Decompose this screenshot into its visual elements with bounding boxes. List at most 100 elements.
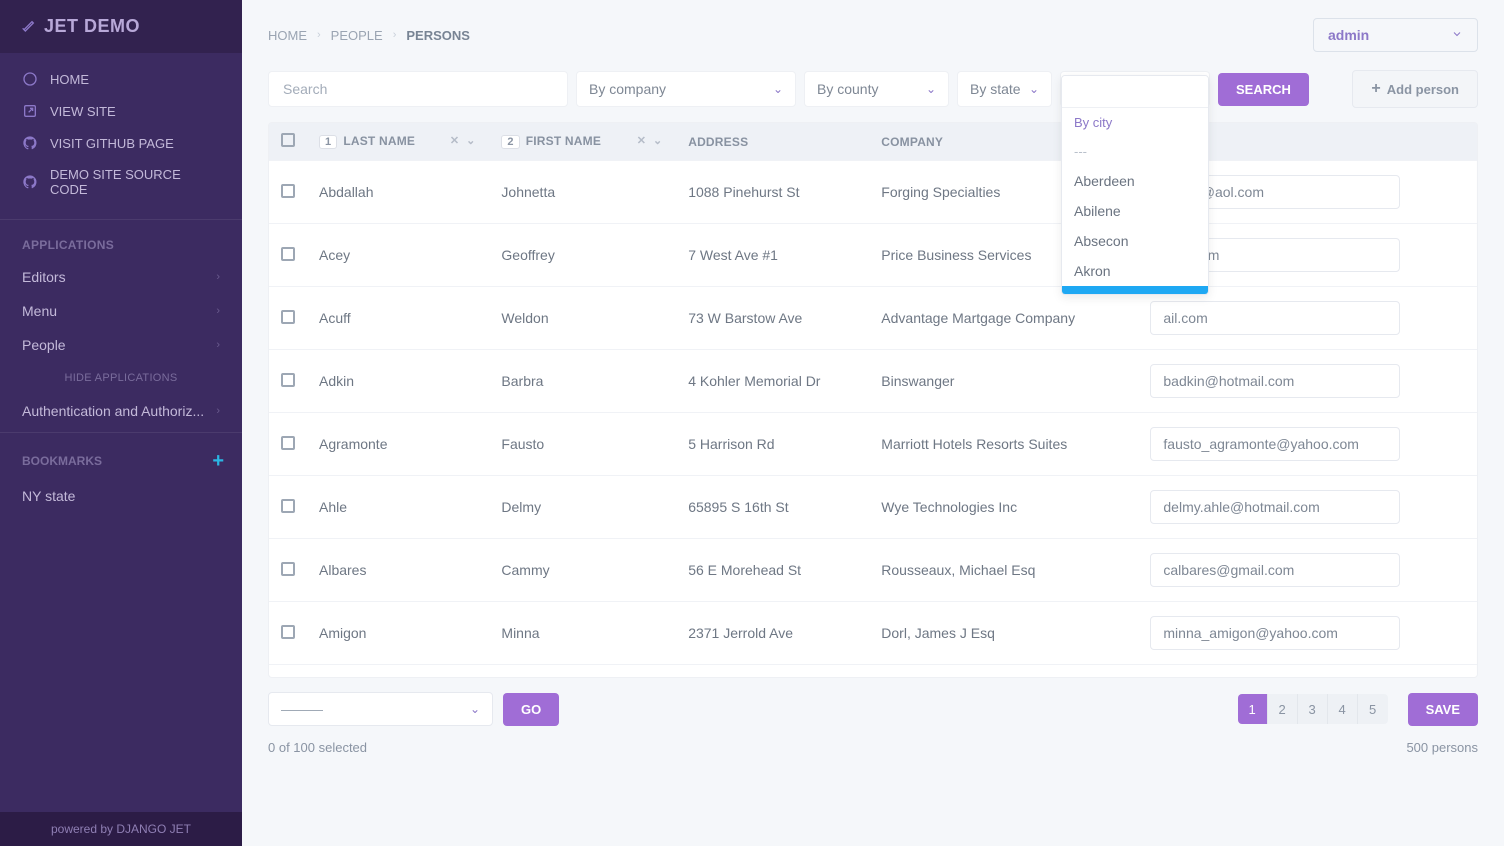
pagination: 12345 [1238,694,1388,724]
sort-first-name[interactable]: ✕ ⌄ [637,134,665,147]
sidebar: JET DEMO HOMEVIEW SITEVISIT GITHUB PAGED… [0,0,242,846]
github-icon [22,135,38,151]
chevron-down-icon: ⌄ [470,702,480,716]
city-option[interactable]: Aberdeen [1062,166,1208,196]
company-cell: Marriott Hotels Resorts Suites [869,413,1138,476]
hide-applications[interactable]: HIDE APPLICATIONS [0,362,242,394]
chevron-down-icon: ⌄ [926,82,936,96]
go-button[interactable]: GO [503,693,559,726]
table-row: AhleDelmy65895 S 16th StWye Technologies… [269,476,1477,539]
filter-county[interactable]: By county ⌄ [804,71,949,107]
row-checkbox[interactable] [281,562,295,576]
filter-company[interactable]: By company ⌄ [576,71,796,107]
add-person-button[interactable]: + Add person [1352,70,1478,108]
row-checkbox[interactable] [281,310,295,324]
sidebar-nav: HOMEVIEW SITEVISIT GITHUB PAGEDEMO SITE … [0,53,242,215]
company-cell: Advantage Martgage Company [869,287,1138,350]
city-option[interactable]: Albany [1062,286,1208,295]
sidebar-item-people[interactable]: People› [0,328,242,362]
last-name-link[interactable]: Acey [307,224,489,287]
sidebar-item-authentication[interactable]: Authentication and Authoriz... › [0,394,242,428]
chevron-right-icon: › [393,29,397,41]
email-field[interactable] [1150,616,1400,650]
city-dropdown-panel: By city --- AberdeenAbileneAbseconAkronA… [1061,75,1209,295]
sidebar-footer: powered by DJANGO JET [0,812,242,846]
page-button[interactable]: 2 [1268,694,1298,724]
address-cell: 65895 S 16th St [676,476,869,539]
sidebar-item-editors[interactable]: Editors› [0,260,242,294]
chevron-down-icon: ⌄ [1029,82,1039,96]
sidebar-link-visit-github-page[interactable]: VISIT GITHUB PAGE [0,127,242,159]
breadcrumb: HOME›PEOPLE›PERSONS [268,28,470,43]
city-option[interactable]: Abilene [1062,196,1208,226]
first-name-cell: Barbra [489,350,676,413]
address-cell: 5 Harrison Rd [676,413,869,476]
row-checkbox[interactable] [281,184,295,198]
chevron-right-icon: › [216,271,220,283]
sidebar-link-home[interactable]: HOME [0,63,242,95]
sidebar-item-menu[interactable]: Menu› [0,294,242,328]
last-name-link[interactable]: Adkin [307,350,489,413]
sort-last-name[interactable]: ✕ ⌄ [450,134,478,147]
home-icon [22,71,38,87]
brand-title: JET DEMO [44,16,140,37]
page-button[interactable]: 3 [1298,694,1328,724]
select-all-checkbox[interactable] [281,133,295,147]
company-cell: Dorl, James J Esq [869,602,1138,665]
row-checkbox[interactable] [281,373,295,387]
row-checkbox[interactable] [281,436,295,450]
last-name-link[interactable]: Abdallah [307,161,489,224]
city-option[interactable]: Absecon [1062,226,1208,256]
address-cell: 4 Kohler Memorial Dr [676,350,869,413]
breadcrumb-persons: PERSONS [406,28,470,43]
row-checkbox[interactable] [281,499,295,513]
email-field[interactable] [1150,490,1400,524]
last-name-link[interactable]: Albares [307,539,489,602]
first-name-cell: Delmy [489,476,676,539]
city-dropdown-search[interactable] [1062,76,1208,108]
company-cell: Wye Technologies Inc [869,476,1138,539]
last-name-link[interactable]: Amigon [307,602,489,665]
row-checkbox[interactable] [281,625,295,639]
company-cell: Binswanger [869,350,1138,413]
sidebar-link-view-site[interactable]: VIEW SITE [0,95,242,127]
footer-bar: ——— ⌄ GO 12345 SAVE [242,678,1504,740]
breadcrumb-people[interactable]: PEOPLE [331,28,383,43]
last-name-link[interactable]: Acuff [307,287,489,350]
company-cell: Rousseaux, Michael Esq [869,539,1138,602]
persons-table: 1LAST NAME✕ ⌄ 2FIRST NAME✕ ⌄ ADDRESS COM… [269,123,1477,678]
search-input[interactable] [268,71,568,107]
email-field[interactable] [1150,364,1400,398]
company-cell: National Medical Excess Corp [869,665,1138,679]
filter-city[interactable]: By city --- AberdeenAbileneAbseconAkronA… [1060,71,1210,107]
add-bookmark-button[interactable]: + [212,451,224,471]
bookmark-item[interactable]: NY state [0,479,242,513]
bulk-action-select[interactable]: ——— ⌄ [268,692,493,726]
address-cell: 1088 Pinehurst St [676,161,869,224]
selected-count: 0 of 100 selected [268,740,367,755]
last-name-link[interactable]: Agramonte [307,413,489,476]
col-last-name: 1LAST NAME✕ ⌄ [307,123,489,161]
github-icon [22,174,38,190]
sidebar-link-demo-site-source-code[interactable]: DEMO SITE SOURCE CODE [0,159,242,205]
search-button[interactable]: SEARCH [1218,73,1309,106]
email-field[interactable] [1150,427,1400,461]
page-button[interactable]: 1 [1238,694,1268,724]
address-cell: 56 E Morehead St [676,539,869,602]
filter-state[interactable]: By state ⌄ [957,71,1052,107]
last-name-link[interactable]: Ahle [307,476,489,539]
user-dropdown[interactable]: admin [1313,18,1478,52]
page-button[interactable]: 5 [1358,694,1388,724]
first-name-cell: Fausto [489,413,676,476]
city-dropdown-clear[interactable]: --- [1062,137,1208,166]
table-row: AlbaresCammy56 E Morehead StRousseaux, M… [269,539,1477,602]
breadcrumb-home[interactable]: HOME [268,28,307,43]
email-field[interactable] [1150,553,1400,587]
last-name-link[interactable]: Amyot [307,665,489,679]
email-field[interactable] [1150,301,1400,335]
save-button[interactable]: SAVE [1408,693,1478,726]
page-button[interactable]: 4 [1328,694,1358,724]
col-address[interactable]: ADDRESS [676,123,869,161]
row-checkbox[interactable] [281,247,295,261]
city-option[interactable]: Akron [1062,256,1208,286]
